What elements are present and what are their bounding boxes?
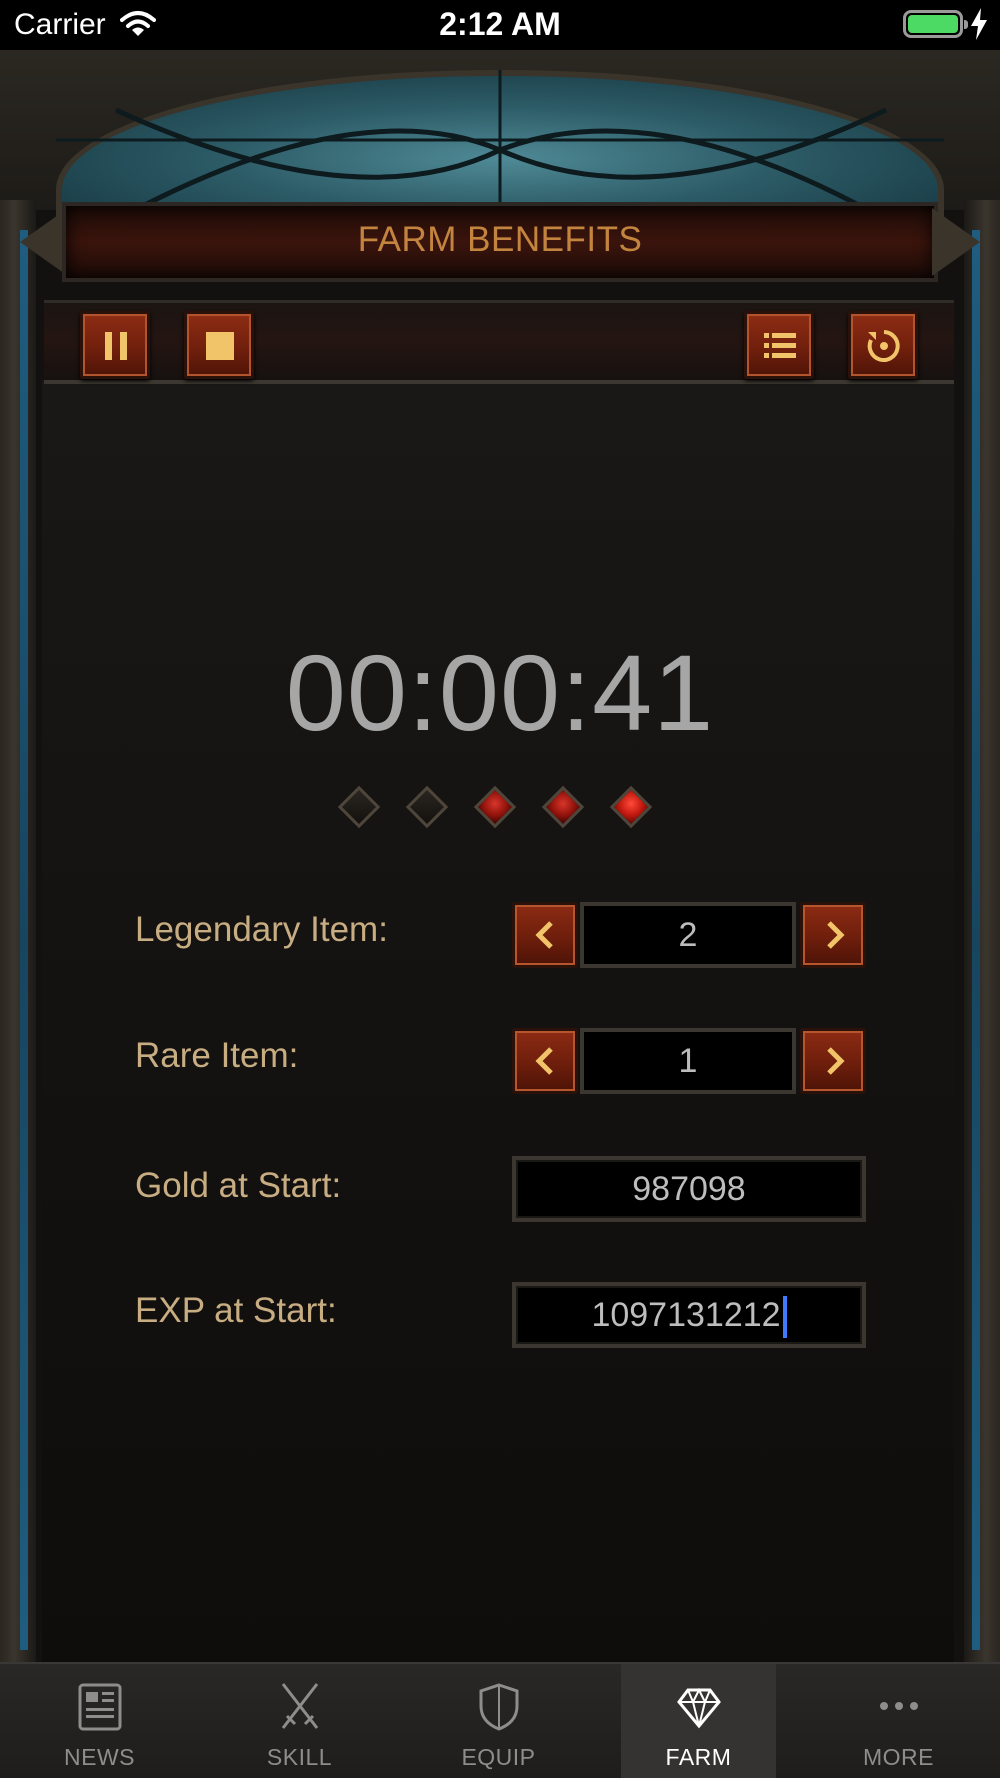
more-icon [880, 1702, 918, 1710]
frame-right-rail [964, 200, 1000, 1662]
legendary-decrement-button[interactable] [512, 902, 578, 968]
pause-icon [105, 332, 127, 360]
title-banner: FARM BENEFITS [20, 198, 980, 288]
list-button[interactable] [744, 311, 814, 379]
chevron-left-icon [535, 1047, 553, 1075]
gem-indicator [405, 785, 449, 829]
tab-more[interactable]: MORE [821, 1664, 976, 1778]
gold-at-start-field[interactable]: 987098 [512, 1156, 866, 1222]
status-bar: Carrier 2:12 AM [0, 0, 1000, 50]
gem-indicator [541, 785, 585, 829]
exp-at-start-field[interactable]: 1097131212 [512, 1282, 866, 1348]
tab-farm-label: FARM [665, 1744, 732, 1770]
crossed-swords-icon [281, 1683, 319, 1729]
newspaper-icon [78, 1683, 122, 1731]
gem-indicator [473, 785, 517, 829]
diamond-icon [677, 1687, 721, 1729]
clock-time: 2:12 AM [439, 6, 561, 42]
rare-increment-button[interactable] [800, 1028, 866, 1094]
chevron-left-icon [535, 921, 553, 949]
rare-item-label: Rare Item: [135, 1036, 299, 1075]
stop-icon [206, 332, 234, 360]
reset-button[interactable] [848, 311, 918, 379]
shield-icon [479, 1683, 519, 1731]
legendary-item-value[interactable]: 2 [580, 902, 796, 968]
tab-farm[interactable]: FARM [621, 1664, 776, 1778]
battery-icon [903, 10, 968, 38]
frame-left-glow [20, 230, 28, 1650]
tab-news[interactable]: NEWS [22, 1664, 177, 1778]
content-panel [42, 380, 954, 1662]
tab-skill[interactable]: SKILL [222, 1664, 377, 1778]
rare-item-value[interactable]: 1 [580, 1028, 796, 1094]
list-icon [764, 333, 796, 358]
gem-indicator [337, 785, 381, 829]
pause-button[interactable] [80, 311, 150, 379]
gem-indicator [609, 785, 653, 829]
game-frame: FARM BENEFITS 00:00:41 Legendary Item: 2… [0, 50, 1000, 1662]
exp-at-start-value: 1097131212 [591, 1296, 781, 1334]
tab-skill-label: SKILL [266, 1744, 333, 1770]
gold-at-start-label: Gold at Start: [135, 1166, 342, 1205]
chevron-right-icon [827, 1047, 845, 1075]
gold-at-start-value: 987098 [632, 1170, 746, 1208]
reset-icon [867, 330, 900, 362]
stop-button[interactable] [184, 311, 254, 379]
tab-equip-label: EQUIP [461, 1744, 536, 1770]
chevron-right-icon [827, 921, 845, 949]
tab-news-label: NEWS [64, 1744, 135, 1770]
exp-at-start-label: EXP at Start: [135, 1291, 337, 1330]
legendary-increment-button[interactable] [800, 902, 866, 968]
elapsed-timer: 00:00:41 [285, 632, 715, 753]
tab-equip[interactable]: EQUIP [421, 1664, 576, 1778]
charging-bolt-icon [971, 8, 987, 40]
legendary-item-label: Legendary Item: [135, 910, 388, 949]
page-title: FARM BENEFITS [357, 220, 643, 259]
farm-toolbar [44, 300, 954, 384]
frame-left-rail [0, 200, 36, 1662]
tab-more-label: MORE [863, 1744, 934, 1770]
text-caret [782, 1296, 787, 1339]
frame-right-glow [972, 230, 980, 1650]
gem-progress-indicator [337, 785, 660, 834]
tab-bar: NEWS SKILL EQUIP FARM MORE [0, 1662, 1000, 1778]
rare-decrement-button[interactable] [512, 1028, 578, 1094]
